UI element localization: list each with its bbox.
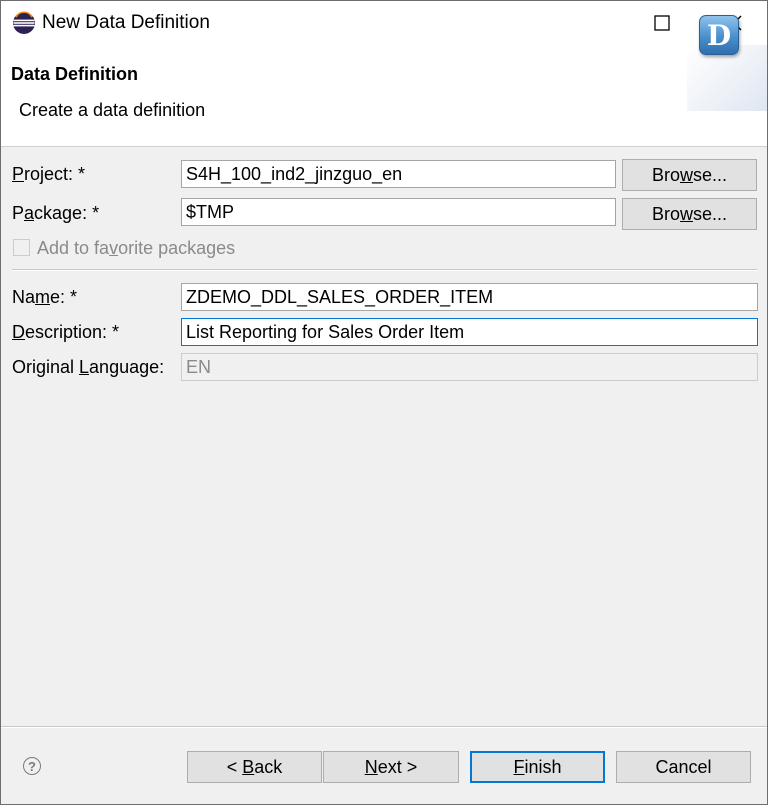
favorite-packages-label: Add to favorite packages bbox=[37, 238, 236, 258]
original-language-field: EN bbox=[181, 353, 758, 381]
maximize-button[interactable] bbox=[639, 1, 685, 45]
favorite-packages-checkbox[interactable] bbox=[13, 239, 30, 256]
back-button[interactable]: < Back bbox=[187, 751, 322, 783]
package-field[interactable]: $TMP bbox=[181, 198, 616, 226]
section-separator bbox=[12, 269, 757, 271]
cancel-button[interactable]: Cancel bbox=[616, 751, 751, 783]
maximize-icon bbox=[654, 15, 670, 31]
package-label: Package: * bbox=[12, 203, 100, 223]
finish-button[interactable]: Finish bbox=[470, 751, 605, 783]
footer-separator bbox=[1, 726, 767, 728]
page-description: Create a data definition bbox=[19, 100, 206, 120]
window-title: New Data Definition bbox=[42, 12, 210, 33]
description-label: Description: * bbox=[12, 322, 120, 342]
project-field[interactable]: S4H_100_ind2_jinzguo_en bbox=[181, 160, 616, 188]
project-label: Project: * bbox=[12, 164, 86, 184]
original-language-label: Original Language: bbox=[12, 357, 165, 377]
project-browse-button[interactable]: Bro w se... bbox=[622, 159, 757, 191]
name-field[interactable]: ZDEMO_DDL_SALES_ORDER_ITEM bbox=[181, 283, 758, 311]
next-button[interactable]: Next > bbox=[323, 751, 459, 783]
data-definition-badge-icon: D bbox=[699, 15, 739, 55]
eclipse-app-icon bbox=[13, 11, 35, 34]
page-title: Data Definition bbox=[11, 64, 139, 84]
name-label: Name: * bbox=[12, 287, 78, 307]
help-icon[interactable]: ? bbox=[23, 757, 41, 775]
wizard-banner: Data Definition Create a data definition bbox=[1, 45, 767, 147]
title-bar: New Data Definition bbox=[1, 1, 767, 45]
new-data-definition-dialog: New Data Definition Data Definition Crea… bbox=[0, 0, 768, 805]
package-browse-button[interactable]: Bro w se... bbox=[622, 198, 757, 230]
description-field[interactable]: List Reporting for Sales Order Item bbox=[181, 318, 758, 346]
